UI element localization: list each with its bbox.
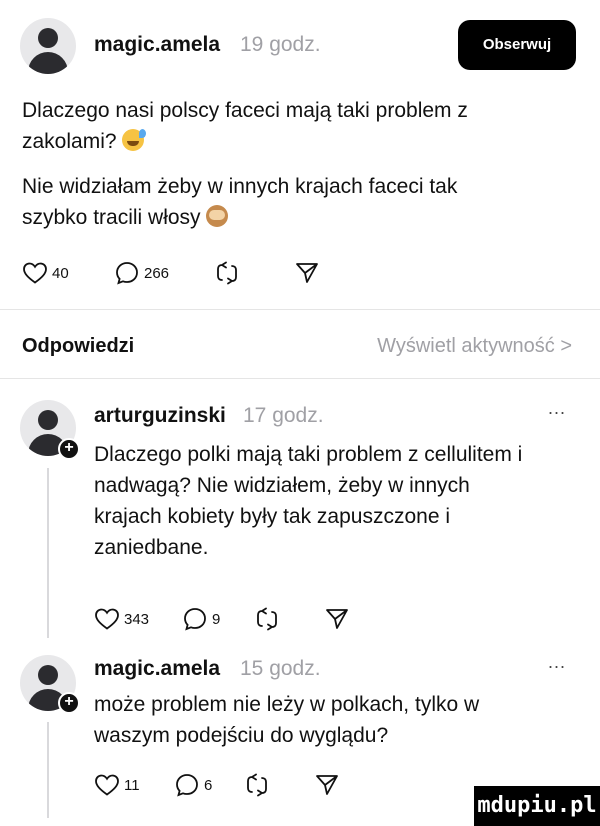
repost-icon	[217, 261, 237, 285]
view-activity-link[interactable]: Wyświetl aktywność >	[377, 335, 572, 358]
repost-button[interactable]	[244, 770, 270, 800]
reply-text-line: może problem nie leży w polkach, tylko w	[94, 693, 480, 716]
see-no-evil-monkey-emoji-icon	[206, 205, 229, 227]
share-button[interactable]	[294, 258, 320, 288]
reply-text-line: Dlaczego polki mają taki problem z cellu…	[94, 443, 523, 466]
reply-body: Dlaczego polki mają taki problem z cellu…	[94, 439, 584, 563]
post-timestamp: 19 godz.	[240, 33, 321, 56]
heart-icon	[23, 262, 47, 284]
post-text-line: Nie widziałam żeby w innych krajach face…	[22, 175, 458, 198]
post-text-line: Dlaczego nasi polscy faceci mają taki pr…	[22, 99, 468, 122]
heart-icon	[95, 608, 119, 630]
repost-button[interactable]	[254, 604, 280, 634]
reply-actions: 11 6	[94, 770, 424, 800]
reply-text-line: nadwagą? Nie widziałem, żeby w innych	[94, 474, 470, 497]
post-text-line-with-emoji: zakolami?	[22, 126, 582, 157]
like-button[interactable]: 343	[94, 604, 149, 634]
post-actions: 40 266	[22, 258, 422, 288]
comment-count: 6	[204, 776, 213, 794]
repost-icon	[247, 773, 267, 797]
comment-button[interactable]: 266	[114, 258, 169, 288]
post-text-line-with-emoji: szybko tracili włosy	[22, 202, 582, 233]
share-button[interactable]	[324, 604, 350, 634]
like-count: 40	[52, 264, 69, 282]
repost-button[interactable]	[214, 258, 240, 288]
comment-icon	[184, 608, 206, 631]
like-button[interactable]: 11	[94, 770, 140, 800]
user-avatar-icon	[38, 665, 58, 685]
comment-count: 9	[212, 610, 221, 628]
user-avatar-icon	[38, 28, 58, 48]
replies-title: Odpowiedzi	[22, 335, 135, 357]
reply-actions: 343 9	[94, 604, 424, 634]
follow-plus-icon[interactable]: +	[58, 692, 80, 714]
sweat-smile-emoji-icon	[122, 129, 147, 151]
send-icon	[316, 775, 338, 795]
reply-text-line: waszym podejściu do wyglądu?	[94, 724, 389, 747]
reply-text-line: krajach kobiety były tak zapuszczone i	[94, 505, 451, 528]
reply-timestamp: 15 godz.	[240, 657, 321, 680]
share-button[interactable]	[314, 770, 340, 800]
follow-button[interactable]: Obserwuj	[458, 20, 576, 70]
reply-timestamp: 17 godz.	[243, 404, 324, 427]
reply-username[interactable]: magic.amela	[94, 657, 220, 681]
divider	[0, 309, 600, 310]
comment-button[interactable]: 9	[182, 604, 220, 634]
send-icon	[296, 263, 318, 283]
avatar[interactable]	[20, 18, 76, 74]
user-avatar-icon	[38, 410, 58, 430]
comment-icon	[116, 262, 138, 285]
divider	[0, 378, 600, 379]
thread-line	[47, 468, 49, 638]
reply-username[interactable]: arturguzinski	[94, 404, 226, 428]
reply-body: może problem nie leży w polkach, tylko w…	[94, 689, 584, 751]
like-count: 11	[124, 776, 140, 794]
more-options-icon[interactable]: ...	[548, 398, 566, 419]
comment-count: 266	[144, 264, 170, 282]
post-username[interactable]: magic.amela	[94, 33, 220, 57]
like-button[interactable]: 40	[22, 258, 69, 288]
like-count: 343	[124, 610, 150, 628]
comment-icon	[176, 774, 198, 797]
comment-button[interactable]: 6	[174, 770, 212, 800]
reply-text-line: zaniedbane.	[94, 536, 209, 559]
thread-line	[47, 722, 49, 818]
send-icon	[326, 609, 348, 629]
more-options-icon[interactable]: ...	[548, 652, 566, 673]
follow-plus-icon[interactable]: +	[58, 438, 80, 460]
heart-icon	[95, 774, 119, 796]
repost-icon	[257, 607, 277, 631]
post-body: Dlaczego nasi polscy faceci mają taki pr…	[22, 95, 582, 233]
watermark: mdupiu.pl	[474, 786, 600, 826]
